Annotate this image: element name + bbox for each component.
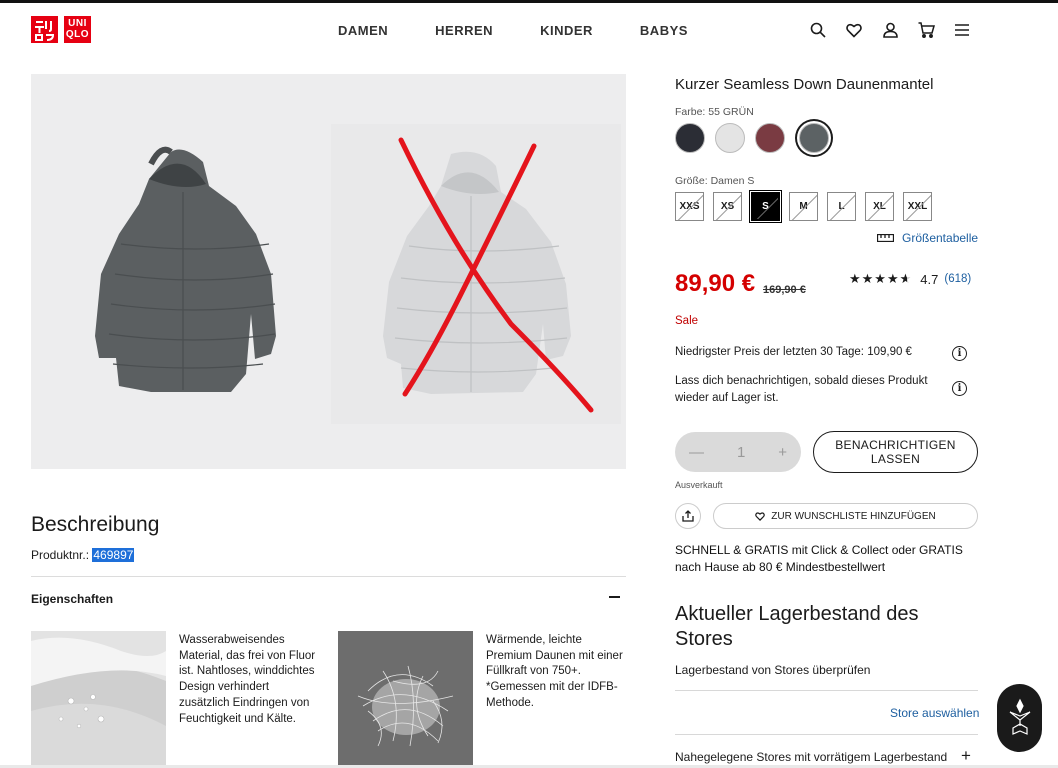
color-swatches — [675, 123, 829, 153]
size-option-xl[interactable]: XL — [865, 192, 894, 221]
properties-title[interactable]: Eigenschaften — [31, 592, 113, 606]
quantity-value: 1 — [736, 443, 746, 461]
nav-damen[interactable]: DAMEN — [338, 23, 388, 38]
nav-herren[interactable]: HERREN — [435, 23, 493, 38]
heart-icon — [755, 511, 766, 521]
size-selector: XXS XS S M L XL XXL — [675, 192, 932, 221]
rating-count[interactable]: (618) — [944, 273, 971, 285]
feature-text-fabric: Wasserabweisendes Material, das frei von… — [179, 634, 316, 725]
product-number: Produktnr.: 469897 — [31, 548, 135, 562]
nav-kinder[interactable]: KINDER — [540, 23, 593, 38]
sold-out-label: Ausverkauft — [675, 480, 723, 490]
search-icon[interactable] — [808, 20, 828, 40]
size-option-xxl[interactable]: XXL — [903, 192, 932, 221]
account-icon[interactable] — [880, 20, 900, 40]
expand-plus-icon[interactable]: + — [961, 747, 971, 764]
menu-icon[interactable] — [952, 20, 972, 40]
assistant-icon — [1009, 698, 1030, 735]
feature-text-down: Wärmende, leichte Premium Daunen mit ein… — [486, 634, 623, 709]
size-option-xs[interactable]: XS — [713, 192, 742, 221]
top-border — [0, 0, 1058, 3]
divider — [31, 576, 626, 577]
size-chart-label: Größentabelle — [902, 231, 979, 245]
nav-babys[interactable]: BABYS — [640, 23, 688, 38]
sale-price: 89,90 € — [675, 270, 756, 297]
collapse-minus-icon[interactable] — [609, 596, 620, 598]
restock-notify-info: Lass dich benachrichtigen, sobald dieses… — [675, 375, 928, 404]
rating-value: 4.7 — [920, 271, 939, 287]
info-icon[interactable]: i — [952, 381, 967, 396]
size-chart-link[interactable]: Größentabelle — [876, 231, 979, 245]
share-button[interactable] — [675, 503, 701, 529]
rating-stars: ★★★★★ ★ — [849, 271, 913, 286]
shipping-info: SCHNELL & GRATIS mit Click & Collect ode… — [675, 543, 963, 574]
color-swatch-white[interactable] — [715, 123, 745, 153]
quantity-stepper: — 1 + — [675, 432, 801, 472]
info-icon[interactable]: i — [952, 346, 967, 361]
size-option-m[interactable]: M — [789, 192, 818, 221]
feature-image-down — [338, 631, 473, 768]
product-images — [95, 124, 621, 424]
color-label: Farbe: 55 GRÜN — [675, 106, 754, 118]
logo-katakana-mark — [31, 16, 58, 43]
notify-me-button[interactable]: BENACHRICHTIGEN LASSEN — [813, 431, 978, 473]
size-option-s-selected[interactable]: S — [751, 192, 780, 221]
heart-icon[interactable] — [844, 20, 864, 40]
divider — [675, 690, 978, 691]
cart-icon[interactable] — [916, 20, 936, 40]
nearby-stores-toggle[interactable]: Nahegelegene Stores mit vorrätigem Lager… — [675, 750, 947, 764]
minus-icon: — — [689, 443, 704, 461]
ruler-icon — [876, 231, 895, 245]
product-image-gallery[interactable] — [31, 74, 626, 469]
divider — [675, 734, 978, 735]
jacket-grey-image — [95, 146, 276, 392]
product-name: Kurzer Seamless Down Daunenmantel — [675, 76, 934, 93]
size-option-l[interactable]: L — [827, 192, 856, 221]
plus-icon: + — [778, 443, 787, 461]
add-to-wishlist-button[interactable]: ZUR WUNSCHLISTE HINZUFÜGEN — [713, 503, 978, 529]
color-swatch-navy[interactable] — [675, 123, 705, 153]
store-stock-subtitle: Lagerbestand von Stores überprüfen — [675, 663, 871, 677]
product-number-value[interactable]: 469897 — [92, 548, 135, 562]
chat-assistant-button[interactable] — [997, 684, 1042, 752]
header-icons — [808, 20, 972, 40]
description-title: Beschreibung — [31, 513, 160, 536]
share-icon — [682, 510, 694, 522]
lowest-price-info: Niedrigster Preis der letzten 30 Tage: 1… — [675, 346, 912, 358]
size-option-xxs[interactable]: XXS — [675, 192, 704, 221]
color-swatch-green-selected[interactable] — [799, 123, 829, 153]
original-price: 169,90 € — [763, 284, 806, 296]
feature-image-fabric — [31, 631, 166, 768]
color-swatch-wine[interactable] — [755, 123, 785, 153]
store-stock-title: Aktueller Lagerbestand des Stores — [675, 603, 919, 650]
size-label: Größe: Damen S — [675, 175, 755, 187]
select-store-link[interactable]: Store auswählen — [890, 706, 979, 720]
rating[interactable]: ★★★★★ ★ 4.7 (618) — [849, 271, 971, 287]
sale-badge: Sale — [675, 315, 699, 327]
product-number-label: Produktnr.: — [31, 548, 90, 562]
wishlist-label: ZUR WUNSCHLISTE HINZUFÜGEN — [771, 510, 936, 522]
main-nav: DAMEN HERREN KINDER BABYS — [338, 23, 688, 38]
logo-text-top: UNI — [68, 18, 87, 29]
